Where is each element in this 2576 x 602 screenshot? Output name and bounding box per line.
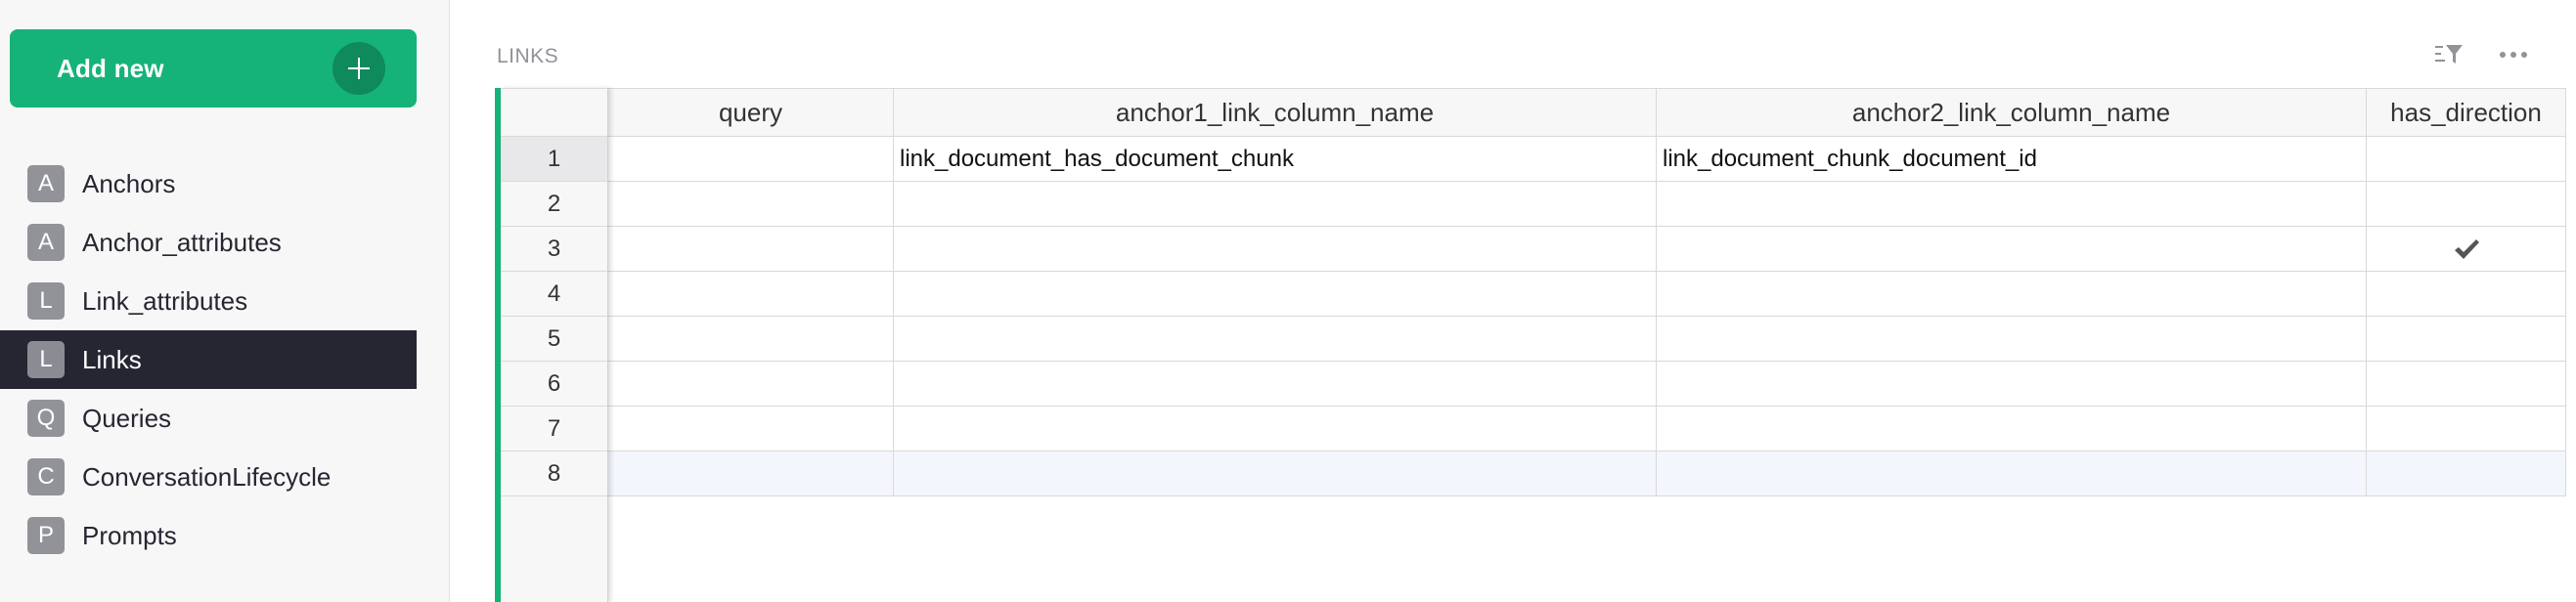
- table-row: [608, 317, 2566, 362]
- cell-anchor1[interactable]: [894, 407, 1657, 451]
- table-row: [608, 362, 2566, 407]
- page-name: Link_attributes: [82, 285, 248, 316]
- page-name: Anchor_attributes: [82, 227, 282, 257]
- cell-has-direction[interactable]: [2367, 227, 2566, 271]
- data-grid: 1 2 3 4 5 6 7 8 query anchor1_link_colum…: [495, 88, 2566, 602]
- cell-query[interactable]: [608, 272, 894, 316]
- table-row-new: [608, 452, 2566, 496]
- column-header-row: query anchor1_link_column_name anchor2_l…: [608, 88, 2566, 137]
- cell-anchor1[interactable]: [894, 272, 1657, 316]
- page-name: Links: [82, 344, 142, 374]
- page-name: Queries: [82, 403, 172, 433]
- app-window: Add new A Anchors A Anchor_attributes L …: [0, 0, 2576, 602]
- page-name: ConversationLifecycle: [82, 461, 332, 492]
- cell-anchor1[interactable]: link_document_has_document_chunk: [894, 137, 1657, 181]
- cell-has-direction[interactable]: [2367, 452, 2566, 495]
- page-name: Prompts: [82, 520, 177, 550]
- page-item-queries[interactable]: Q Queries: [0, 389, 417, 448]
- cell-anchor2[interactable]: [1657, 272, 2367, 316]
- cell-anchor1[interactable]: [894, 452, 1657, 495]
- cell-anchor1[interactable]: [894, 182, 1657, 226]
- cell-has-direction[interactable]: [2367, 272, 2566, 316]
- column-header-anchor1-link-column-name[interactable]: anchor1_link_column_name: [894, 89, 1657, 136]
- cell-query[interactable]: [608, 362, 894, 406]
- cell-has-direction[interactable]: [2367, 317, 2566, 361]
- sort-filter-icon: [2435, 45, 2463, 64]
- page-initial-badge: P: [27, 517, 65, 554]
- page-initial-badge: L: [27, 282, 65, 320]
- cell-has-direction[interactable]: [2367, 362, 2566, 406]
- plus-icon: [333, 42, 385, 95]
- table-row: [608, 272, 2566, 317]
- row-number[interactable]: 2: [501, 182, 607, 227]
- cell-anchor2[interactable]: [1657, 362, 2367, 406]
- page-item-links[interactable]: L Links: [0, 330, 417, 389]
- cell-has-direction[interactable]: [2367, 137, 2566, 181]
- cell-has-direction[interactable]: [2367, 182, 2566, 226]
- page-list: A Anchors A Anchor_attributes L Link_att…: [0, 154, 417, 565]
- page-initial-badge: A: [27, 224, 65, 261]
- cell-anchor2[interactable]: [1657, 407, 2367, 451]
- table-row: [608, 227, 2566, 272]
- cell-query[interactable]: [608, 137, 894, 181]
- section-title: LINKS: [497, 45, 559, 67]
- sort-filter-button[interactable]: [2431, 37, 2466, 72]
- column-header-has-direction[interactable]: has_direction: [2367, 89, 2566, 136]
- page-name: Anchors: [82, 168, 176, 198]
- row-number[interactable]: 5: [501, 317, 607, 362]
- more-options-icon: [2500, 52, 2527, 58]
- page-item-anchors[interactable]: A Anchors: [0, 154, 417, 213]
- cell-anchor2[interactable]: [1657, 317, 2367, 361]
- row-number[interactable]: 6: [501, 362, 607, 407]
- row-number-column: 1 2 3 4 5 6 7 8: [501, 88, 608, 602]
- cell-query[interactable]: [608, 317, 894, 361]
- row-number-header[interactable]: [501, 88, 607, 137]
- cell-anchor2[interactable]: [1657, 227, 2367, 271]
- row-number[interactable]: 1: [501, 137, 607, 182]
- more-options-button[interactable]: [2496, 37, 2531, 72]
- cell-query[interactable]: [608, 407, 894, 451]
- cell-has-direction[interactable]: [2367, 407, 2566, 451]
- page-item-conversation-lifecycle[interactable]: C ConversationLifecycle: [0, 448, 417, 506]
- column-header-anchor2-link-column-name[interactable]: anchor2_link_column_name: [1657, 89, 2367, 136]
- cell-anchor2[interactable]: [1657, 182, 2367, 226]
- row-number[interactable]: 8: [501, 452, 607, 496]
- add-new-label: Add new: [57, 53, 164, 83]
- cell-anchor1[interactable]: [894, 227, 1657, 271]
- cell-query[interactable]: [608, 227, 894, 271]
- page-initial-badge: Q: [27, 400, 65, 437]
- table-row: [608, 407, 2566, 452]
- row-number[interactable]: 7: [501, 407, 607, 452]
- sidebar: Add new A Anchors A Anchor_attributes L …: [0, 0, 450, 602]
- page-item-link-attributes[interactable]: L Link_attributes: [0, 272, 417, 330]
- cell-anchor2[interactable]: [1657, 452, 2367, 495]
- column-header-query[interactable]: query: [608, 89, 894, 136]
- page-initial-badge: L: [27, 341, 65, 378]
- table-row: [608, 182, 2566, 227]
- table-row: link_document_has_document_chunk link_do…: [608, 137, 2566, 182]
- page-item-anchor-attributes[interactable]: A Anchor_attributes: [0, 213, 417, 272]
- page-initial-badge: A: [27, 165, 65, 202]
- page-initial-badge: C: [27, 458, 65, 495]
- row-number[interactable]: 3: [501, 227, 607, 272]
- cell-anchor1[interactable]: [894, 317, 1657, 361]
- cell-anchor2[interactable]: link_document_chunk_document_id: [1657, 137, 2367, 181]
- section-toolbar: [2431, 37, 2531, 72]
- row-number[interactable]: 4: [501, 272, 607, 317]
- cell-query[interactable]: [608, 452, 894, 495]
- checkmark-icon: [2454, 238, 2479, 259]
- cell-query[interactable]: [608, 182, 894, 226]
- page-item-prompts[interactable]: P Prompts: [0, 506, 417, 565]
- cell-anchor1[interactable]: [894, 362, 1657, 406]
- grid-data-area: query anchor1_link_column_name anchor2_l…: [608, 88, 2566, 602]
- add-new-button[interactable]: Add new: [10, 29, 417, 108]
- main-panel: LINKS 1 2 3 4 5 6 7 8 query anchor1_link…: [450, 0, 2576, 602]
